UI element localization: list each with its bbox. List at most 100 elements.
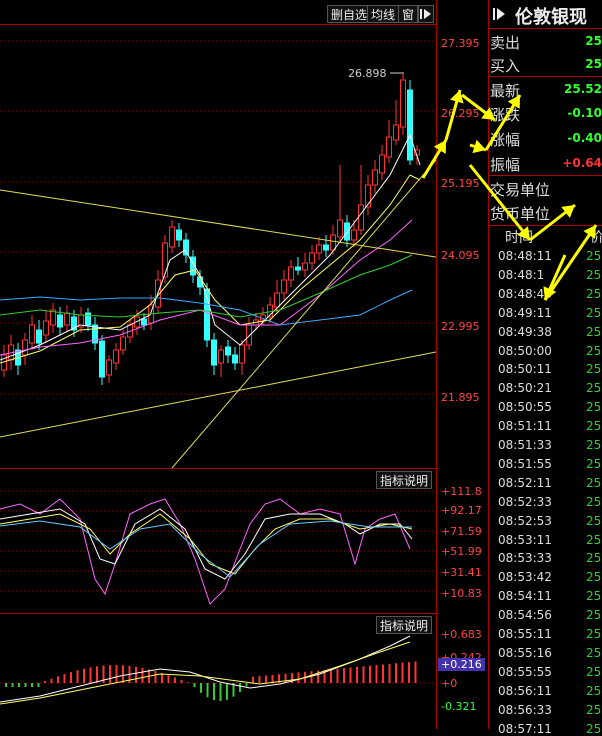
time-sales-time: 08:50:55 [498, 400, 552, 415]
macd-dif-line [0, 635, 411, 703]
oscillator-line-j [0, 513, 413, 575]
amplitude-label: 振幅 [490, 156, 521, 174]
panel-left-border [488, 0, 489, 729]
candle-body [99, 340, 105, 378]
time-sales-time: 08:48:43 [498, 286, 552, 301]
panel-toggle-icon[interactable] [491, 6, 507, 22]
candle-body [302, 262, 308, 271]
oscillator-tick: +51.99 [441, 545, 482, 558]
price-tick: 21.895 [441, 391, 480, 404]
oscillator-tick: +10.83 [441, 587, 482, 600]
oscillator-tick: +111.8 [441, 485, 482, 498]
indicator-explain-button[interactable]: 指标说明 [376, 471, 433, 489]
time-sales-time: 08:49:11 [498, 305, 552, 320]
candle-body [239, 344, 245, 364]
quote-divider [488, 175, 602, 176]
candle-body [372, 169, 378, 186]
candle-body [358, 204, 364, 231]
time-sales-header-time: 时间 [505, 230, 533, 246]
annotation-arrow-head [450, 90, 464, 104]
quote-divider [488, 76, 602, 77]
time-sales-time: 08:56:11 [498, 683, 552, 698]
candle-body [393, 124, 399, 141]
annotation-arrow-head [472, 139, 486, 154]
candle-body [106, 359, 112, 376]
time-sales-price: 25 [586, 664, 602, 679]
candle-body [211, 339, 217, 366]
time-sales-price: 25 [586, 343, 602, 358]
macd-tick: +0.683 [441, 628, 482, 641]
macd-dea-line [0, 641, 411, 705]
time-sales-price: 25 [586, 513, 602, 528]
time-sales-price: 25 [586, 645, 602, 660]
oscillator-tick: +31.41 [441, 566, 482, 579]
candle-body [246, 324, 252, 346]
time-sales-time: 08:52:53 [498, 513, 552, 528]
window-button[interactable]: 窗 [398, 5, 419, 23]
change-percent-label: 涨幅 [490, 131, 521, 149]
candle-body [169, 226, 175, 248]
candle-body [141, 318, 147, 326]
price-tick: 22.995 [441, 320, 480, 333]
time-sales-time: 08:48:1 [498, 267, 545, 282]
play-right-icon[interactable] [418, 5, 434, 23]
time-sales-time: 08:49:38 [498, 324, 552, 339]
candle-body [330, 234, 336, 251]
time-sales-price: 25 [586, 683, 602, 698]
candle-body [113, 349, 119, 364]
time-sales-time: 08:52:11 [498, 475, 552, 490]
candlestick-chart[interactable]: 26.898 [0, 25, 436, 468]
indicator-explain-button[interactable]: 指标说明 [376, 616, 433, 634]
amplitude-value: +0.64 [562, 156, 602, 170]
candle-body [43, 320, 49, 336]
candle-body [22, 339, 28, 356]
oscillator-chart[interactable] [0, 469, 436, 613]
time-sales-time: 08:48:11 [498, 249, 552, 263]
moving-average-button[interactable]: 均线 [367, 5, 400, 23]
time-sales-time: 08:54:56 [498, 608, 552, 623]
candle-body [36, 329, 42, 344]
candle-body [162, 242, 168, 278]
time-sales-price: 25 [586, 475, 602, 490]
time-sales-time: 08:56:33 [498, 702, 552, 717]
time-sales-price: 25 [586, 702, 602, 717]
macd-current-tick: +0.216 [438, 658, 485, 671]
delete-watchlist-button[interactable]: 删自选 [327, 5, 372, 23]
candle-body [344, 222, 350, 241]
candle-body [295, 266, 301, 271]
time-sales-time: 08:51:55 [498, 456, 552, 471]
candle-body [337, 219, 343, 238]
price-tick: 26.295 [441, 107, 480, 120]
time-sales-price: 25 [586, 627, 602, 641]
time-sales-time: 08:50:11 [498, 362, 552, 377]
last-price-label: 最新 [490, 82, 521, 100]
time-sales-price: 25 [586, 286, 602, 301]
time-sales-price: 25 [586, 570, 602, 585]
time-sales-time: 08:51:11 [498, 419, 552, 434]
time-sales-price: 25 [586, 381, 602, 396]
macd-chart[interactable] [0, 614, 436, 729]
candle-body [85, 312, 91, 326]
candle-body [400, 79, 406, 128]
time-sales-price: 25 [586, 324, 602, 339]
time-sales-time: 08:50:00 [498, 343, 552, 358]
candle-body [309, 252, 315, 264]
time-sales-time: 08:54:11 [498, 589, 552, 604]
candle-body [64, 312, 70, 326]
time-sales-time: 08:55:16 [498, 645, 552, 660]
candle-body [183, 239, 189, 256]
time-sales-time: 08:55:55 [498, 664, 552, 679]
bid-label: 买入 [490, 57, 521, 75]
candle-body [351, 229, 357, 241]
time-sales-price: 25 [586, 494, 602, 509]
macd-tick: -0.321 [441, 700, 477, 713]
annotation-arrow-line [469, 143, 487, 152]
time-sales-price: 25 [586, 267, 602, 282]
oscillator-line-d [0, 508, 413, 580]
time-sales-price: 25 [586, 456, 602, 471]
candle-body [407, 89, 413, 161]
quote-divider [488, 225, 602, 226]
title-divider [488, 28, 602, 29]
change-value: -0.10 [567, 106, 602, 120]
time-sales-price: 25 [586, 608, 602, 623]
